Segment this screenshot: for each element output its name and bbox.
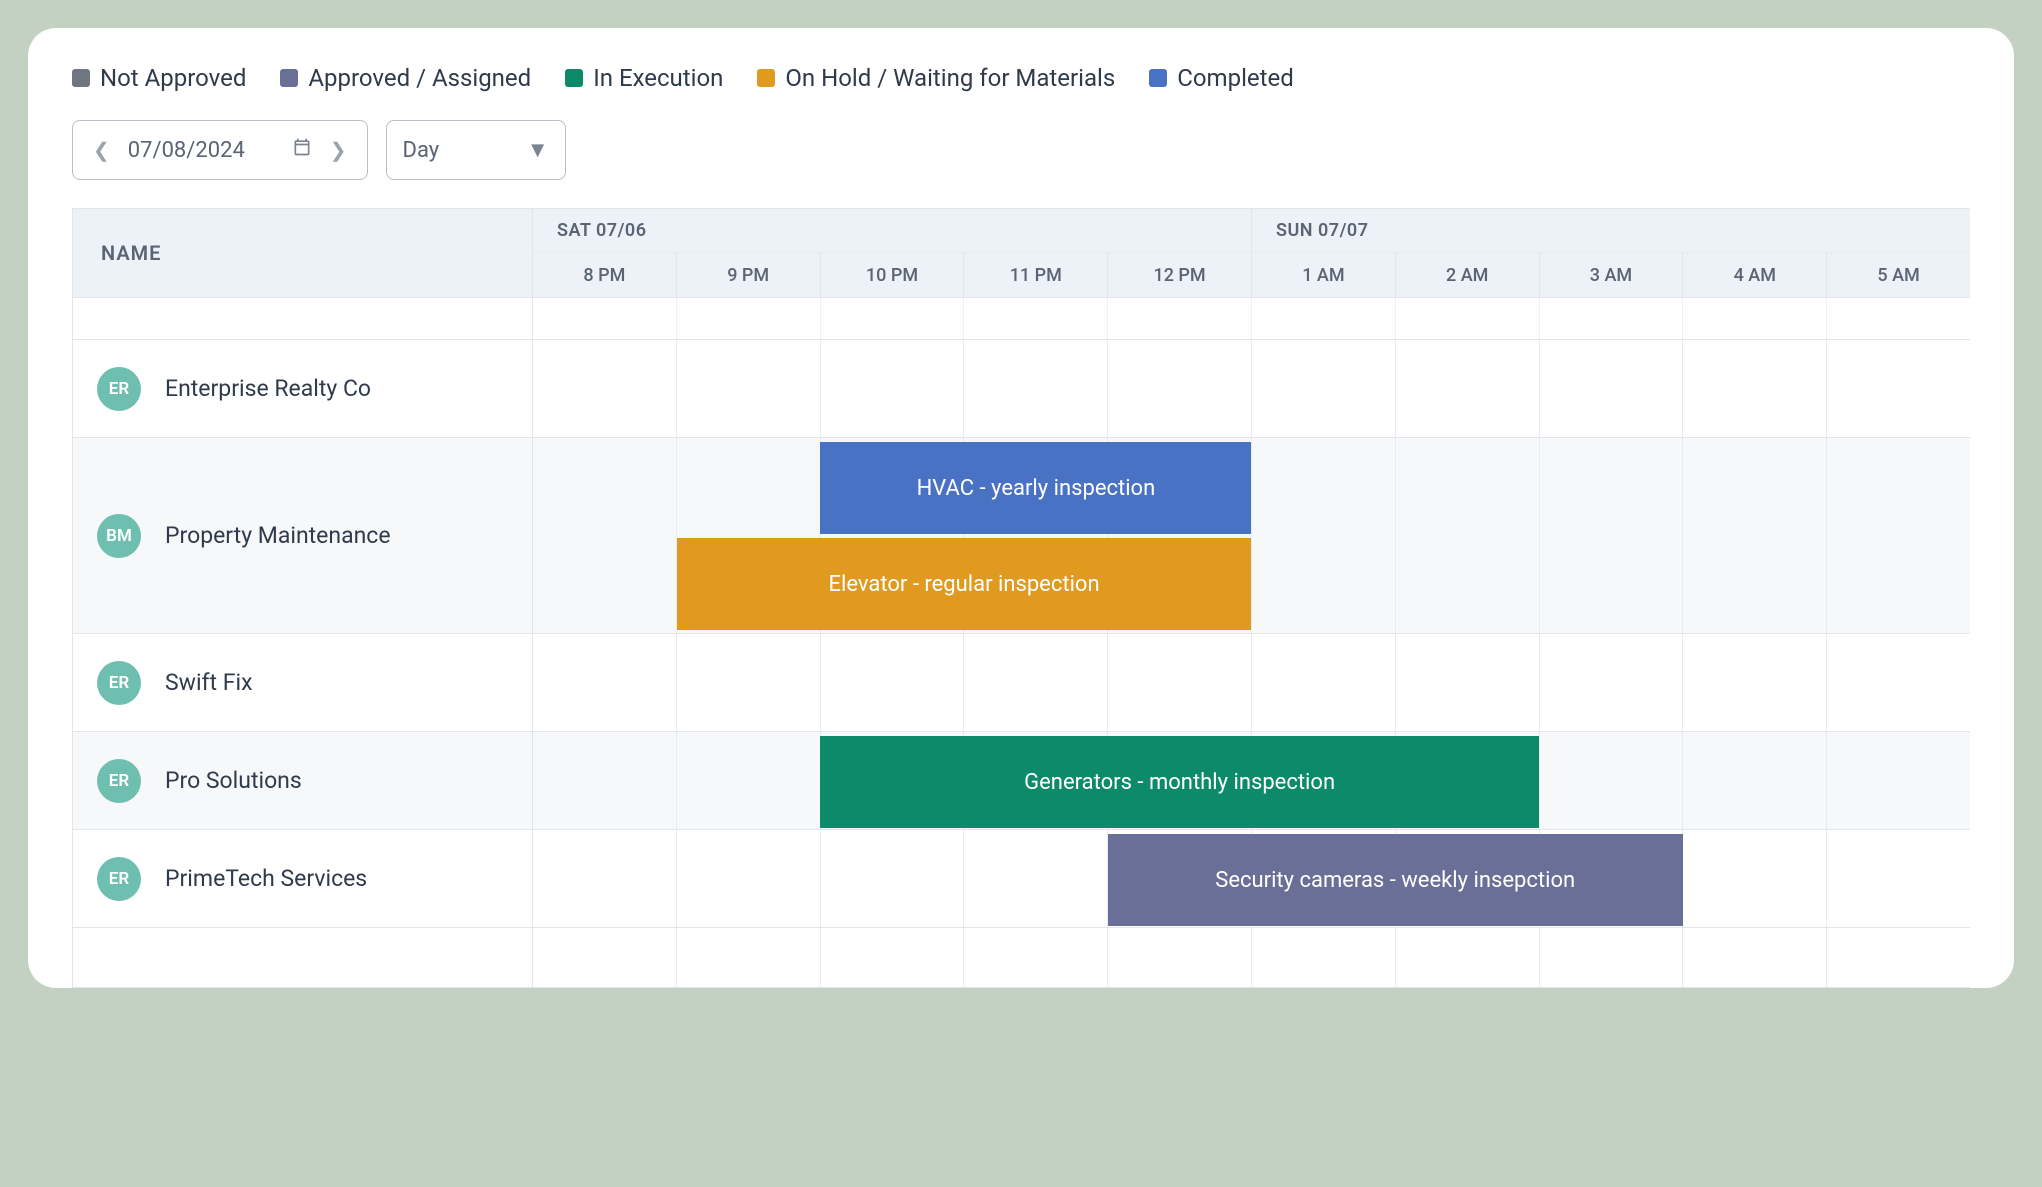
hour-cell bbox=[820, 928, 964, 987]
resource-timeline bbox=[533, 340, 1970, 437]
task-bar[interactable]: HVAC - yearly inspection bbox=[820, 442, 1251, 534]
legend-swatch bbox=[565, 69, 583, 87]
hour-cell bbox=[1395, 928, 1539, 987]
avatar: ER bbox=[97, 367, 141, 411]
name-header-label: NAME bbox=[101, 241, 161, 265]
task-overlay bbox=[533, 340, 1970, 437]
hour-cell bbox=[963, 298, 1107, 339]
resource-label: ER Enterprise Realty Co bbox=[73, 340, 532, 437]
resource-label: ER Pro Solutions bbox=[73, 732, 532, 829]
legend-label: In Execution bbox=[593, 64, 723, 92]
legend-swatch bbox=[757, 69, 775, 87]
resource-timeline: HVAC - yearly inspectionElevator - regul… bbox=[533, 438, 1970, 633]
timeline-header: SAT 07/06SUN 07/07 8 PM9 PM10 PM11 PM12 … bbox=[533, 209, 1970, 297]
scheduler-card: Not Approved Approved / Assigned In Execut… bbox=[28, 28, 2014, 988]
task-bar[interactable]: Security cameras - weekly insepction bbox=[1108, 834, 1683, 926]
legend-swatch bbox=[280, 69, 298, 87]
hour-cell bbox=[1107, 928, 1251, 987]
resource-row: ER PrimeTech Services Security cameras -… bbox=[73, 829, 1970, 927]
hour-cell bbox=[1107, 298, 1251, 339]
hour-cell bbox=[963, 928, 1107, 987]
task-bar[interactable]: Elevator - regular inspection bbox=[677, 538, 1252, 630]
hour-cell bbox=[1251, 928, 1395, 987]
hour-cell bbox=[533, 928, 676, 987]
resource-name: PrimeTech Services bbox=[165, 865, 367, 892]
resource-timeline: Generators - monthly inspection bbox=[533, 732, 1970, 829]
legend-item: On Hold / Waiting for Materials bbox=[757, 64, 1115, 92]
task-bar[interactable]: Generators - monthly inspection bbox=[820, 736, 1539, 828]
legend-swatch bbox=[72, 69, 90, 87]
hour-cell bbox=[1251, 298, 1395, 339]
view-mode-value: Day bbox=[403, 138, 440, 163]
hour-cell bbox=[1395, 298, 1539, 339]
date-value: 07/08/2024 bbox=[128, 138, 278, 163]
avatar: ER bbox=[97, 661, 141, 705]
legend-label: Not Approved bbox=[100, 64, 246, 92]
task-overlay bbox=[533, 634, 1970, 731]
hour-cell bbox=[1826, 298, 1970, 339]
resource-name: Enterprise Realty Co bbox=[165, 375, 371, 402]
calendar-icon bbox=[292, 137, 312, 163]
task-overlay: HVAC - yearly inspectionElevator - regul… bbox=[533, 438, 1970, 633]
hour-cell bbox=[820, 298, 964, 339]
resource-label: ER Swift Fix bbox=[73, 634, 532, 731]
legend: Not Approved Approved / Assigned In Execut… bbox=[72, 64, 1970, 92]
resource-row: ER Enterprise Realty Co bbox=[73, 339, 1970, 437]
hour-header: 1 AM bbox=[1251, 253, 1395, 297]
legend-label: Completed bbox=[1177, 64, 1294, 92]
avatar: ER bbox=[97, 759, 141, 803]
view-mode-select[interactable]: Day ▼ bbox=[386, 120, 566, 180]
hour-header: 3 AM bbox=[1539, 253, 1683, 297]
grid-spacer-row bbox=[73, 297, 1970, 339]
resource-name: Swift Fix bbox=[165, 669, 252, 696]
date-picker[interactable]: ❮ 07/08/2024 ❯ bbox=[72, 120, 368, 180]
legend-item: Completed bbox=[1149, 64, 1294, 92]
hour-header: 11 PM bbox=[963, 253, 1107, 297]
legend-label: Approved / Assigned bbox=[308, 64, 531, 92]
resource-label: BM Property Maintenance bbox=[73, 438, 532, 633]
hour-cell bbox=[1539, 298, 1683, 339]
resource-row: BM Property Maintenance HVAC - yearly in… bbox=[73, 437, 1970, 633]
hour-cell bbox=[1826, 928, 1970, 987]
hour-cell bbox=[1682, 298, 1826, 339]
avatar: ER bbox=[97, 857, 141, 901]
hour-header: 12 PM bbox=[1107, 253, 1251, 297]
hour-header: 4 AM bbox=[1682, 253, 1826, 297]
next-date-button[interactable]: ❯ bbox=[326, 138, 351, 162]
avatar: BM bbox=[97, 514, 141, 558]
resource-row: ER Swift Fix bbox=[73, 633, 1970, 731]
hour-cell bbox=[676, 928, 820, 987]
resource-timeline bbox=[533, 634, 1970, 731]
resource-timeline: Security cameras - weekly insepction bbox=[533, 830, 1970, 927]
task-overlay: Generators - monthly inspection bbox=[533, 732, 1970, 829]
legend-item: In Execution bbox=[565, 64, 723, 92]
grid-header: NAME SAT 07/06SUN 07/07 8 PM9 PM10 PM11 … bbox=[73, 209, 1970, 297]
name-column-header: NAME bbox=[73, 209, 533, 297]
resource-name: Property Maintenance bbox=[165, 522, 391, 549]
hour-cell bbox=[1682, 928, 1826, 987]
toolbar: ❮ 07/08/2024 ❯ Day ▼ bbox=[72, 120, 1970, 180]
hour-cell bbox=[1539, 928, 1683, 987]
day-header: SAT 07/06 bbox=[533, 209, 1251, 253]
scheduler-grid: NAME SAT 07/06SUN 07/07 8 PM9 PM10 PM11 … bbox=[72, 208, 1970, 988]
resource-label: ER PrimeTech Services bbox=[73, 830, 532, 927]
grid-footspace-row bbox=[73, 927, 1970, 987]
caret-down-icon: ▼ bbox=[527, 137, 549, 163]
task-overlay: Security cameras - weekly insepction bbox=[533, 830, 1970, 927]
legend-item: Not Approved bbox=[72, 64, 246, 92]
hour-cell bbox=[676, 298, 820, 339]
prev-date-button[interactable]: ❮ bbox=[89, 138, 114, 162]
hour-header: 8 PM bbox=[533, 253, 676, 297]
hour-header: 9 PM bbox=[676, 253, 820, 297]
legend-item: Approved / Assigned bbox=[280, 64, 531, 92]
hour-header: 5 AM bbox=[1826, 253, 1970, 297]
hour-header: 2 AM bbox=[1395, 253, 1539, 297]
legend-swatch bbox=[1149, 69, 1167, 87]
legend-label: On Hold / Waiting for Materials bbox=[785, 64, 1115, 92]
hour-cell bbox=[533, 298, 676, 339]
resource-name: Pro Solutions bbox=[165, 767, 302, 794]
day-header: SUN 07/07 bbox=[1251, 209, 1970, 253]
resource-row: ER Pro Solutions Generators - monthly in… bbox=[73, 731, 1970, 829]
hour-header: 10 PM bbox=[820, 253, 964, 297]
